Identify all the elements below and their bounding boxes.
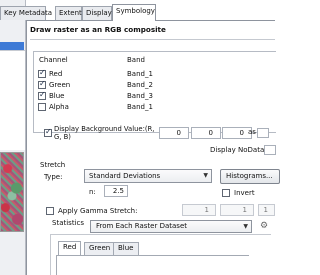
renderer-heading: Draw raster as an RGB composite	[30, 25, 166, 34]
statistics-label: Statistics	[52, 219, 84, 227]
nodata-row: Display NoData as	[196, 144, 276, 158]
n-input[interactable]: 2.5	[104, 185, 128, 197]
column-header-channel: Channel	[39, 56, 68, 64]
left-panel-footer	[0, 235, 25, 275]
channel-label: Alpha	[49, 103, 69, 111]
background-checkbox[interactable]	[44, 127, 52, 137]
background-color-swatch[interactable]	[257, 128, 269, 138]
channel-tab-content	[56, 255, 249, 275]
tab-symbology[interactable]: Symbology	[112, 4, 156, 21]
raster-thumbnail	[0, 152, 24, 232]
table-row[interactable]: Red Band_1	[34, 68, 277, 80]
tab-extent[interactable]: Extent	[55, 6, 82, 20]
channel-checkbox-blue[interactable]	[38, 90, 46, 100]
tab-display[interactable]: Display	[82, 6, 112, 20]
tab-bar: Key Metadata Extent Display Symbology	[0, 0, 275, 21]
tab-key-metadata[interactable]: Key Metadata	[0, 6, 52, 20]
stretch-type-select[interactable]: Standard Deviations ▼	[84, 169, 212, 183]
band-grid: Channel Band Red Band_1 Green Band_2 Blu…	[33, 51, 276, 133]
n-label: n:	[89, 188, 96, 196]
invert-label: Invert	[234, 189, 255, 197]
tab-green[interactable]: Green	[84, 242, 116, 255]
band-select[interactable]: Band_2	[127, 81, 153, 89]
stretch-type-value: Standard Deviations	[89, 172, 161, 180]
channel-checkbox-green[interactable]	[38, 79, 46, 89]
nodata-color-swatch[interactable]	[264, 145, 276, 155]
statistics-select[interactable]: From Each Raster Dataset ▼	[90, 220, 252, 233]
left-list-area	[0, 50, 25, 150]
stretch-group-label: Stretch	[40, 161, 66, 169]
gamma-checkbox[interactable]	[46, 207, 54, 215]
channel-label: Green	[49, 81, 71, 89]
channel-label: Blue	[49, 92, 65, 100]
invert-checkbox[interactable]	[222, 189, 230, 197]
chevron-down-icon: ▼	[243, 223, 248, 230]
band-select[interactable]: Band_3	[127, 92, 153, 100]
selected-list-item[interactable]	[0, 42, 24, 50]
table-row[interactable]: Blue Band_3	[34, 90, 277, 102]
band-select[interactable]: Band_1	[127, 103, 153, 111]
histograms-button[interactable]: Histograms...	[220, 169, 280, 184]
table-row[interactable]: Green Band_2	[34, 79, 277, 91]
background-g-input[interactable]: 0	[191, 127, 221, 139]
background-as-label: as	[248, 128, 256, 136]
band-select[interactable]: Band_1	[127, 70, 153, 78]
chevron-down-icon: ▼	[203, 172, 208, 179]
channel-checkbox-red[interactable]	[38, 68, 46, 78]
table-row[interactable]: Alpha Band_1	[34, 102, 277, 113]
statistics-options-icon[interactable]: ⚙	[257, 219, 271, 233]
gamma-g-input[interactable]: 1	[220, 204, 254, 216]
tab-blue[interactable]: Blue	[113, 242, 139, 255]
gamma-r-input[interactable]: 1	[182, 204, 216, 216]
background-r-input[interactable]: 0	[159, 127, 189, 139]
column-header-band: Band	[127, 56, 145, 64]
heading-divider	[30, 39, 275, 40]
gamma-label: Apply Gamma Stretch:	[58, 207, 138, 215]
statistics-value: From Each Raster Dataset	[96, 222, 188, 230]
tab-red[interactable]: Red	[58, 241, 82, 255]
channel-label: Red	[49, 70, 63, 78]
background-label: Display Background Value:(R, G, B)	[54, 125, 155, 141]
stretch-type-label: Type:	[44, 173, 63, 181]
left-panel	[0, 0, 26, 275]
background-value-row: Display Background Value:(R, G, B) 0 0 0…	[40, 124, 275, 144]
channel-checkbox-alpha[interactable]	[38, 103, 46, 111]
gamma-b-input[interactable]: 1	[258, 204, 275, 216]
